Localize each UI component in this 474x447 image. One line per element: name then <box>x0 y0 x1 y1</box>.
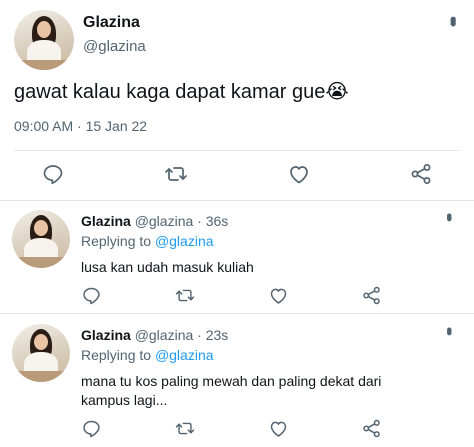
replying-prefix: Replying to <box>81 347 152 363</box>
separator-dot: · <box>197 327 202 343</box>
reply-actions <box>81 416 382 440</box>
replying-to: Replying to @glazina <box>81 233 214 249</box>
avatar[interactable] <box>12 210 70 268</box>
reply-time[interactable]: 36s <box>206 213 229 229</box>
reply-tweet[interactable]: Glazina @glazina · 23s ••• Replying to @… <box>0 315 474 447</box>
display-name[interactable]: Glazina <box>83 14 140 32</box>
avatar-face <box>37 21 51 38</box>
avatar-table <box>12 257 70 268</box>
tweet-actions <box>41 161 433 187</box>
avatar[interactable] <box>14 10 74 70</box>
reply-icon[interactable] <box>81 285 102 306</box>
display-name[interactable]: Glazina <box>81 213 131 229</box>
more-vertical-icon[interactable]: ••• <box>440 213 457 218</box>
share-icon[interactable] <box>361 285 382 306</box>
display-name[interactable]: Glazina <box>81 327 131 343</box>
reply-header: Glazina @glazina · 36s <box>81 213 228 229</box>
like-icon[interactable] <box>268 418 289 439</box>
more-vertical-icon[interactable]: ••• <box>443 16 463 23</box>
share-icon[interactable] <box>409 162 433 186</box>
reply-icon[interactable] <box>41 162 65 186</box>
reply-text: mana tu kos paling mewah dan paling deka… <box>81 373 382 408</box>
retweet-icon[interactable] <box>174 418 196 439</box>
divider <box>14 150 460 151</box>
replying-to: Replying to @glazina <box>81 347 214 363</box>
avatar-table <box>12 371 70 382</box>
avatar-face <box>34 334 48 350</box>
retweet-icon[interactable] <box>163 162 189 186</box>
tweet-timestamp[interactable]: 09:00 AM · 15 Jan 22 <box>14 118 147 134</box>
reply-header: Glazina @glazina · 23s <box>81 327 228 343</box>
reply-text: lusa kan udah masuk kuliah <box>81 259 254 275</box>
replying-mention[interactable]: @glazina <box>155 347 214 363</box>
share-icon[interactable] <box>361 418 382 439</box>
avatar-face <box>34 220 48 236</box>
tweet-text: gawat kalau kaga dapat kamar gue😭 <box>14 81 349 103</box>
avatar-table <box>14 60 74 70</box>
avatar[interactable] <box>12 324 70 382</box>
more-vertical-icon[interactable]: ••• <box>440 327 457 332</box>
retweet-icon[interactable] <box>174 285 196 306</box>
reply-tweet[interactable]: Glazina @glazina · 36s ••• Replying to @… <box>0 201 474 314</box>
replying-mention[interactable]: @glazina <box>155 233 214 249</box>
replying-prefix: Replying to <box>81 233 152 249</box>
like-icon[interactable] <box>268 285 289 306</box>
reply-time[interactable]: 23s <box>206 327 229 343</box>
like-icon[interactable] <box>287 162 311 186</box>
reply-actions <box>81 283 382 307</box>
user-handle[interactable]: @glazina <box>135 327 194 343</box>
user-handle[interactable]: @glazina <box>135 213 194 229</box>
reply-icon[interactable] <box>81 418 102 439</box>
main-tweet: Glazina @glazina ••• gawat kalau kaga da… <box>0 0 474 201</box>
user-handle[interactable]: @glazina <box>83 38 146 55</box>
separator-dot: · <box>197 213 202 229</box>
divider <box>0 313 474 314</box>
